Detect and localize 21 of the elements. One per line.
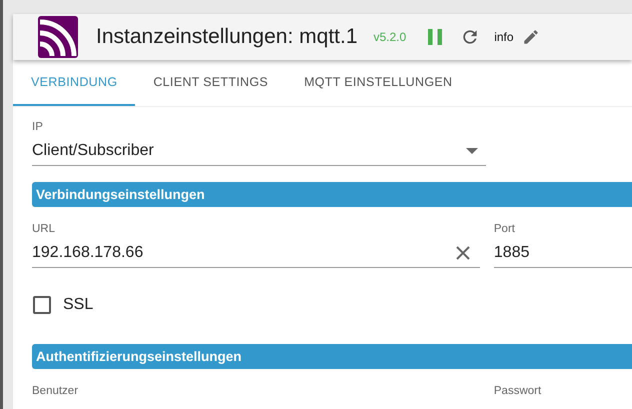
window-title: Instanzeinstellungen: mqtt.1 <box>96 25 358 49</box>
checkbox-label: SSL <box>63 296 94 314</box>
field-label: Passwort <box>494 385 542 397</box>
pause-icon[interactable] <box>428 29 442 45</box>
tab[interactable]: CLIENT SETTINGS <box>135 60 286 106</box>
field-label: Port <box>494 223 516 235</box>
caret-icon <box>466 148 478 154</box>
section-header: Verbindungseinstellungen <box>32 182 632 207</box>
input-field[interactable]: 1885 <box>494 239 632 268</box>
edit-icon[interactable] <box>522 28 540 46</box>
clear-icon[interactable] <box>456 246 470 260</box>
tab[interactable]: MQTT EINSTELLUNGEN <box>286 60 470 106</box>
section-header: Authentifizierungseinstellungen <box>32 344 632 369</box>
info-label[interactable]: info <box>494 30 514 44</box>
field-label: IP <box>32 121 44 133</box>
input-field[interactable]: 192.168.178.66 <box>32 239 480 268</box>
version-label: v5.2.0 <box>374 30 406 44</box>
checkbox[interactable] <box>33 296 51 314</box>
ip-select[interactable]: Client/Subscriber <box>32 137 486 166</box>
field-label: URL <box>32 223 56 235</box>
field-label: Benutzer <box>32 385 80 397</box>
